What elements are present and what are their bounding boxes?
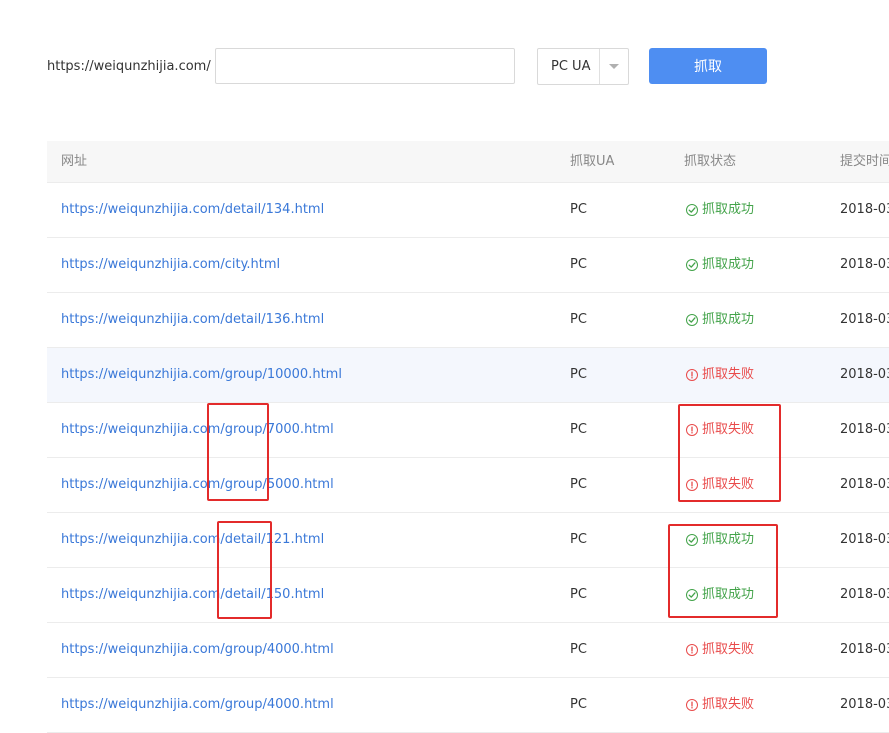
row-submit-time: 2018-03 bbox=[840, 422, 889, 437]
check-circle-icon bbox=[686, 314, 698, 326]
check-circle-icon bbox=[686, 259, 698, 271]
table-row: https://weiqunzhijia.com/detail/121.html… bbox=[47, 513, 889, 568]
url-prefix: https://weiqunzhijia.com/ bbox=[47, 59, 211, 74]
row-status: 抓取失败 bbox=[686, 403, 754, 457]
fetch-button[interactable]: 抓取 bbox=[649, 48, 767, 84]
row-status-label: 抓取成功 bbox=[702, 257, 755, 272]
row-submit-time: 2018-03 bbox=[840, 697, 889, 712]
row-status: 抓取失败 bbox=[686, 678, 754, 732]
table-row: https://weiqunzhijia.com/detail/134.html… bbox=[47, 183, 889, 238]
row-submit-time: 2018-03 bbox=[840, 202, 889, 217]
row-status-label: 抓取失败 bbox=[702, 642, 755, 657]
row-ua: PC bbox=[570, 367, 587, 382]
header-time: 提交时间 bbox=[840, 154, 889, 169]
row-submit-time: 2018-03 bbox=[840, 477, 889, 492]
row-url-link[interactable]: https://weiqunzhijia.com/detail/136.html bbox=[61, 293, 324, 347]
exclamation-circle-icon bbox=[686, 644, 698, 656]
row-status: 抓取成功 bbox=[686, 183, 754, 237]
ua-select-value: PC UA bbox=[551, 59, 591, 74]
row-submit-time: 2018-03 bbox=[840, 587, 889, 602]
row-url-link[interactable]: https://weiqunzhijia.com/detail/121.html bbox=[61, 513, 324, 567]
row-ua: PC bbox=[570, 202, 587, 217]
check-circle-icon bbox=[686, 534, 698, 546]
table-row: https://weiqunzhijia.com/group/5000.html… bbox=[47, 458, 889, 513]
table-row: https://weiqunzhijia.com/group/10000.htm… bbox=[47, 348, 889, 403]
row-status: 抓取成功 bbox=[686, 238, 754, 292]
row-status: 抓取失败 bbox=[686, 458, 754, 512]
table-row: https://weiqunzhijia.com/group/4000.html… bbox=[47, 623, 889, 678]
row-url-link[interactable]: https://weiqunzhijia.com/detail/150.html bbox=[61, 568, 324, 622]
row-status-label: 抓取成功 bbox=[702, 202, 755, 217]
row-status: 抓取成功 bbox=[686, 568, 754, 622]
check-circle-icon bbox=[686, 204, 698, 216]
row-ua: PC bbox=[570, 312, 587, 327]
header-ua: 抓取UA bbox=[570, 154, 615, 169]
row-url-link[interactable]: https://weiqunzhijia.com/group/5000.html bbox=[61, 458, 334, 512]
caret-down-icon bbox=[609, 64, 619, 69]
table-row: https://weiqunzhijia.com/group/7000.html… bbox=[47, 403, 889, 458]
row-ua: PC bbox=[570, 532, 587, 547]
table-row: https://weiqunzhijia.com/group/4000.html… bbox=[47, 678, 889, 733]
table-body: https://weiqunzhijia.com/detail/134.html… bbox=[47, 183, 889, 733]
row-url-link[interactable]: https://weiqunzhijia.com/group/10000.htm… bbox=[61, 348, 342, 402]
row-url-link[interactable]: https://weiqunzhijia.com/group/4000.html bbox=[61, 678, 334, 732]
row-submit-time: 2018-03 bbox=[840, 312, 889, 327]
row-status: 抓取失败 bbox=[686, 348, 754, 402]
row-url-link[interactable]: https://weiqunzhijia.com/group/4000.html bbox=[61, 623, 334, 677]
exclamation-circle-icon bbox=[686, 424, 698, 436]
row-status-label: 抓取失败 bbox=[702, 477, 755, 492]
check-circle-icon bbox=[686, 589, 698, 601]
row-status: 抓取成功 bbox=[686, 293, 754, 347]
fetch-results-table: 网址 抓取UA 抓取状态 提交时间 https://weiqunzhijia.c… bbox=[47, 141, 889, 733]
row-url-link[interactable]: https://weiqunzhijia.com/city.html bbox=[61, 238, 280, 292]
row-ua: PC bbox=[570, 587, 587, 602]
row-status-label: 抓取失败 bbox=[702, 422, 755, 437]
ua-select-toggle[interactable] bbox=[599, 49, 628, 84]
row-url-link[interactable]: https://weiqunzhijia.com/detail/134.html bbox=[61, 183, 324, 237]
row-submit-time: 2018-03 bbox=[840, 532, 889, 547]
row-submit-time: 2018-03 bbox=[840, 257, 889, 272]
table-row: https://weiqunzhijia.com/detail/150.html… bbox=[47, 568, 889, 623]
row-ua: PC bbox=[570, 477, 587, 492]
row-status-label: 抓取失败 bbox=[702, 697, 755, 712]
table-row: https://weiqunzhijia.com/detail/136.html… bbox=[47, 293, 889, 348]
exclamation-circle-icon bbox=[686, 369, 698, 381]
exclamation-circle-icon bbox=[686, 699, 698, 711]
url-path-input[interactable] bbox=[215, 48, 515, 84]
row-ua: PC bbox=[570, 257, 587, 272]
row-ua: PC bbox=[570, 697, 587, 712]
fetch-toolbar: https://weiqunzhijia.com/ PC UA 抓取 bbox=[0, 0, 889, 110]
table-row: https://weiqunzhijia.com/city.html PC 抓取成功… bbox=[47, 238, 889, 293]
header-url: 网址 bbox=[61, 154, 88, 169]
row-submit-time: 2018-03 bbox=[840, 642, 889, 657]
row-url-link[interactable]: https://weiqunzhijia.com/group/7000.html bbox=[61, 403, 334, 457]
row-status-label: 抓取成功 bbox=[702, 587, 755, 602]
row-status-label: 抓取成功 bbox=[702, 312, 755, 327]
row-status-label: 抓取成功 bbox=[702, 532, 755, 547]
row-ua: PC bbox=[570, 642, 587, 657]
row-status: 抓取成功 bbox=[686, 513, 754, 567]
row-status: 抓取失败 bbox=[686, 623, 754, 677]
row-submit-time: 2018-03 bbox=[840, 367, 889, 382]
row-ua: PC bbox=[570, 422, 587, 437]
exclamation-circle-icon bbox=[686, 479, 698, 491]
header-status: 抓取状态 bbox=[684, 154, 737, 169]
ua-select[interactable]: PC UA bbox=[537, 48, 629, 85]
table-header: 网址 抓取UA 抓取状态 提交时间 bbox=[47, 141, 889, 183]
row-status-label: 抓取失败 bbox=[702, 367, 755, 382]
